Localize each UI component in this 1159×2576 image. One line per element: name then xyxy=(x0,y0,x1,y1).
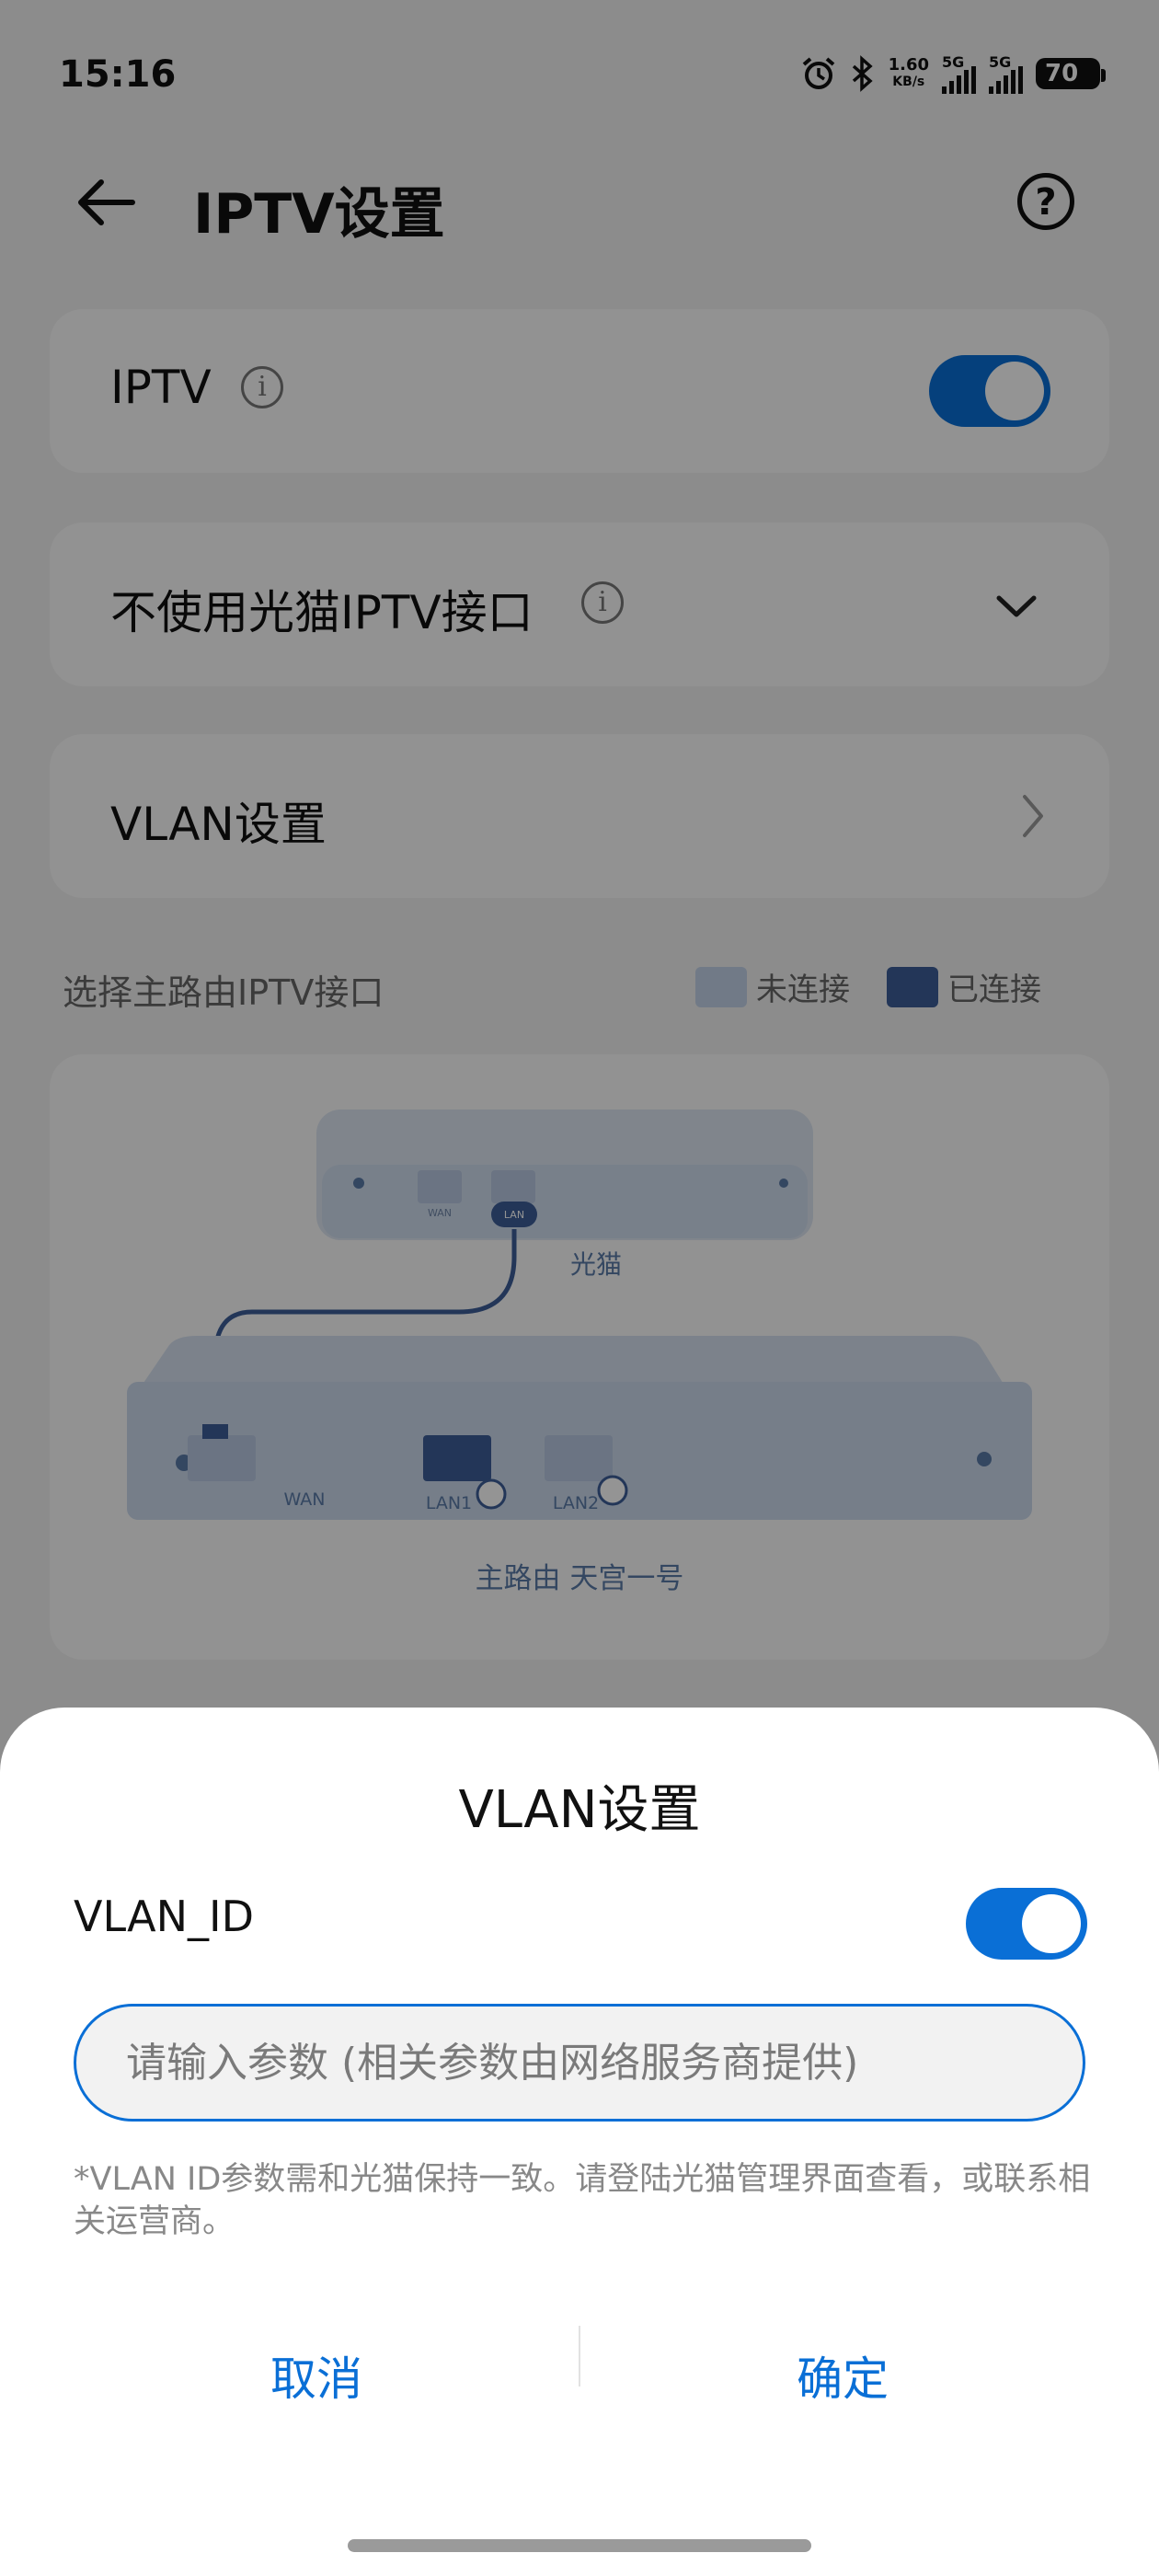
vlan-settings-sheet: VLAN设置 VLAN_ID *VLAN ID参数需和光猫保持一致。请登陆光猫管… xyxy=(0,1708,1159,2576)
vlan-id-input[interactable] xyxy=(74,2004,1085,2122)
vlan-id-toggle[interactable] xyxy=(966,1888,1087,1960)
home-indicator[interactable] xyxy=(348,2539,811,2552)
confirm-button[interactable]: 确定 xyxy=(622,2328,1063,2429)
button-divider xyxy=(579,2326,580,2386)
sheet-title: VLAN设置 xyxy=(458,1780,701,1840)
vlan-hint-text: *VLAN ID参数需和光猫保持一致。请登陆光猫管理界面查看，或联系相关运营商。 xyxy=(74,2161,1091,2240)
cancel-button[interactable]: 取消 xyxy=(96,2328,537,2429)
iptv-settings-page: 15:16 1.60 KB/s 5G 5G 70 IPTV设置 ? IPTV i xyxy=(0,0,1159,2576)
vlan-id-label: VLAN_ID xyxy=(74,1892,255,1941)
